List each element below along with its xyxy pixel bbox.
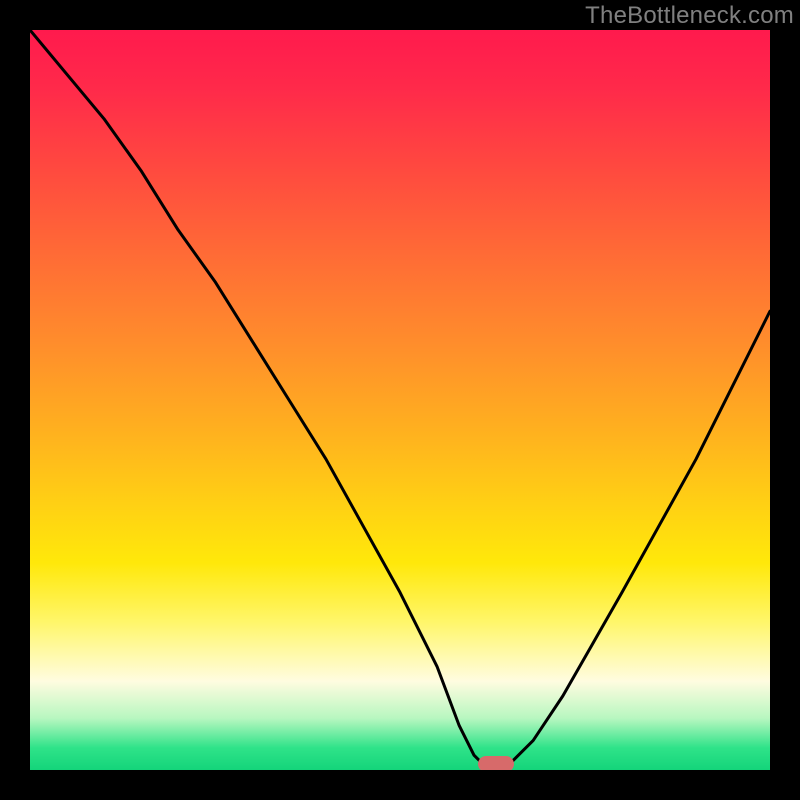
chart-frame: TheBottleneck.com	[0, 0, 800, 800]
optimal-region-marker	[478, 756, 514, 770]
bottleneck-curve	[30, 30, 770, 770]
plot-area	[30, 30, 770, 770]
watermark-text: TheBottleneck.com	[585, 2, 794, 30]
